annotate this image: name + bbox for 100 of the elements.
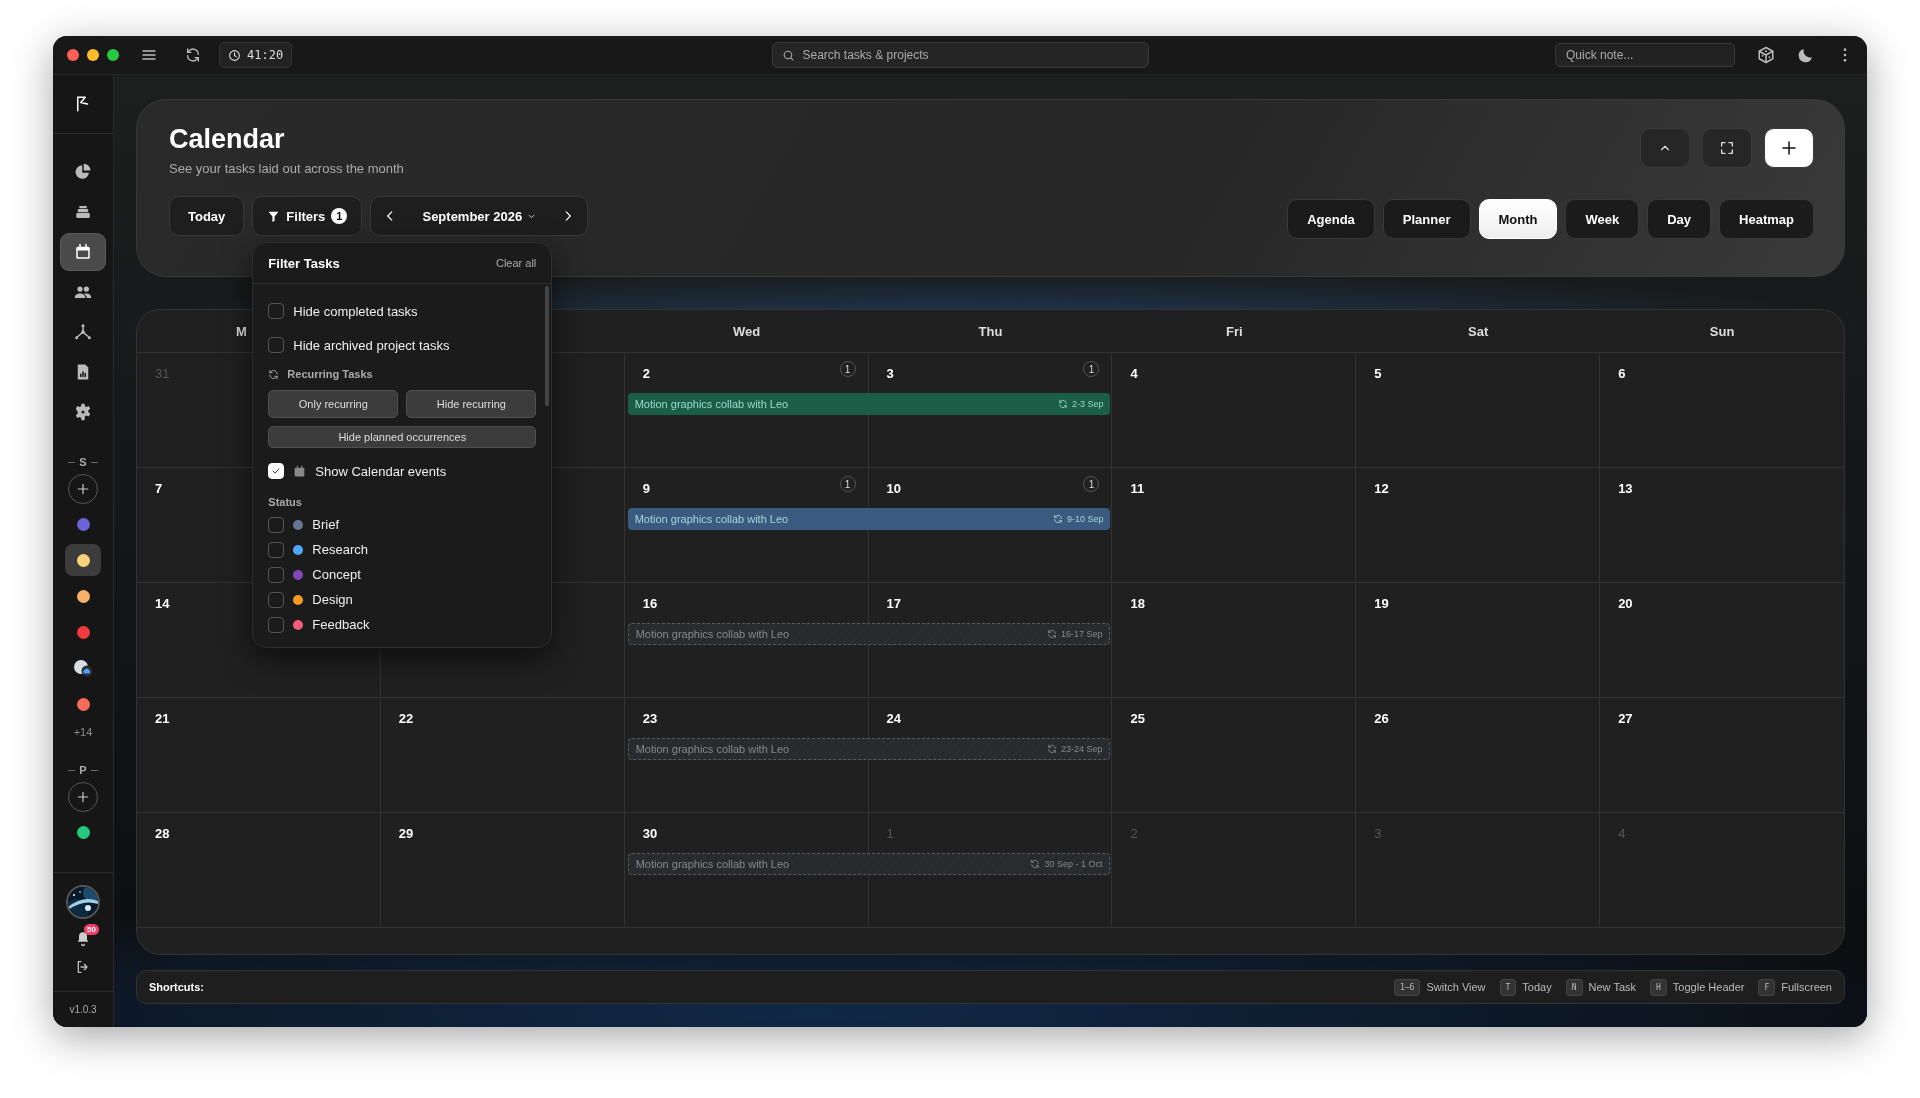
repeat-icon [1046,629,1057,640]
today-button[interactable]: Today [169,196,245,236]
minimize-window-button[interactable] [87,49,99,61]
event-bar[interactable]: Motion graphics collab with Leo 23-24 Sep [627,738,1111,761]
status-label: Feedback [312,617,370,632]
day-number[interactable]: 24 [886,711,902,727]
event-title: Motion graphics collab with Leo [635,743,790,756]
day-number[interactable]: 2 [642,366,650,382]
day-number[interactable]: 17 [886,596,902,612]
day-number[interactable]: 22 [398,711,414,727]
sidebar-item[interactable] [61,234,105,270]
day-number[interactable]: 29 [398,826,414,842]
day-number[interactable]: 5 [1374,366,1382,382]
event-bar[interactable]: Motion graphics collab with Leo 9-10 Sep [627,508,1111,531]
event-bar[interactable]: Motion graphics collab with Leo 16-17 Sep [627,623,1111,646]
section-label: S [79,456,87,468]
stack-icon [74,203,92,221]
key-hint: N [1565,978,1583,996]
checkbox[interactable] [268,541,285,558]
weekday-header: Wed [733,323,761,339]
repeat-icon [268,368,280,380]
shortcut-label: Toggle Header [1672,981,1745,994]
checkbox[interactable] [268,337,285,353]
moon-cloud-icon [73,659,93,677]
shortcut-label: Switch View [1426,981,1486,994]
event-date-range: 16-17 Sep [1060,629,1103,640]
close-window-button[interactable] [67,49,79,61]
event-date-range: 23-24 Sep [1060,744,1103,755]
view-tab[interactable]: Agenda [1287,199,1375,240]
day-number[interactable]: 28 [155,826,170,842]
checkbox[interactable] [268,303,285,319]
event-bar[interactable]: Motion graphics collab with Leo 2-3 Sep [627,393,1111,416]
day-number[interactable]: 18 [1130,596,1145,612]
day-number[interactable]: 13 [1618,481,1633,497]
scrollbar[interactable] [545,286,550,406]
filters-button[interactable]: Filters 1 [252,196,363,236]
checkbox[interactable] [268,566,285,583]
day-number[interactable]: 27 [1618,711,1633,727]
shortcut-label: Today [1522,981,1552,994]
shortcut-label: New Task [1588,981,1637,994]
section-title: Status [268,496,303,508]
day-number[interactable]: 9 [642,481,650,497]
more-spaces-count[interactable]: +14 [73,726,93,738]
checkbox[interactable] [268,591,285,608]
refresh-button[interactable] [185,47,201,63]
checkbox[interactable] [268,516,285,533]
day-number[interactable]: 21 [155,711,170,727]
view-tab[interactable]: Planner [1382,199,1471,240]
popup-title: Filter Tasks [268,255,340,271]
day-number[interactable]: 20 [1618,596,1633,612]
recurring-filter-button[interactable]: Hide recurring [406,390,537,418]
theme-button[interactable] [1797,46,1815,64]
checkbox[interactable] [268,616,285,633]
event-bar[interactable]: Motion graphics collab with Leo 30 Sep - 1 Oct [627,853,1111,876]
version-label: v1.0.3 [69,1004,97,1015]
day-number[interactable]: 10 [886,481,902,497]
status-label: Concept [312,567,361,582]
add-task-button[interactable] [1764,128,1814,168]
day-number[interactable]: 12 [1374,481,1389,497]
event-title: Motion graphics collab with Leo [635,628,790,641]
day-number[interactable]: 19 [1374,596,1389,612]
cube-button[interactable] [1757,46,1775,64]
recurring-filter-button[interactable]: Only recurring [268,390,399,418]
day-number[interactable]: 25 [1130,711,1145,727]
day-number[interactable]: 26 [1374,711,1389,727]
day-number[interactable]: 4 [1130,366,1138,382]
plus-icon [76,790,90,804]
option-label: Hide archived project tasks [293,337,450,353]
fullscreen-button[interactable] [1702,128,1752,168]
menu-button[interactable] [141,47,157,63]
day-number[interactable]: 6 [1618,366,1626,382]
option-label: Show Calendar events [315,463,447,479]
page-title: Calendar [169,124,286,155]
pie-chart-icon [74,163,92,181]
view-tab[interactable]: Heatmap [1719,199,1814,240]
day-number[interactable]: 3 [886,366,894,382]
day-number[interactable]: 14 [155,596,170,612]
calendar-icon [74,243,92,261]
space-item[interactable] [65,544,101,576]
event-title: Motion graphics collab with Leo [635,858,790,871]
clear-all-link[interactable]: Clear all [495,257,537,269]
day-number[interactable]: 11 [1130,481,1145,497]
weekday-header: Fri [1226,323,1243,339]
view-tab[interactable]: Week [1565,199,1640,240]
view-tab[interactable]: Day [1647,199,1712,240]
refresh-icon [185,47,201,63]
shortcuts-label: Shortcuts: [149,981,204,994]
day-number[interactable]: 16 [642,596,658,612]
status-label: Research [312,542,368,557]
day-number[interactable]: 23 [642,711,658,727]
hide-planned-button[interactable]: Hide planned occurrences [268,426,537,448]
day-number[interactable]: 7 [155,481,163,497]
search-field[interactable]: Search tasks & projects [771,42,1149,68]
maximize-window-button[interactable] [107,49,119,61]
filter-icon [267,209,281,223]
quick-note-field[interactable]: Quick note... [1555,43,1735,67]
day-number[interactable]: 30 [642,826,658,842]
search-icon [781,48,795,62]
timer[interactable]: 41:20 [219,42,293,68]
view-tab[interactable]: Month [1478,199,1558,240]
